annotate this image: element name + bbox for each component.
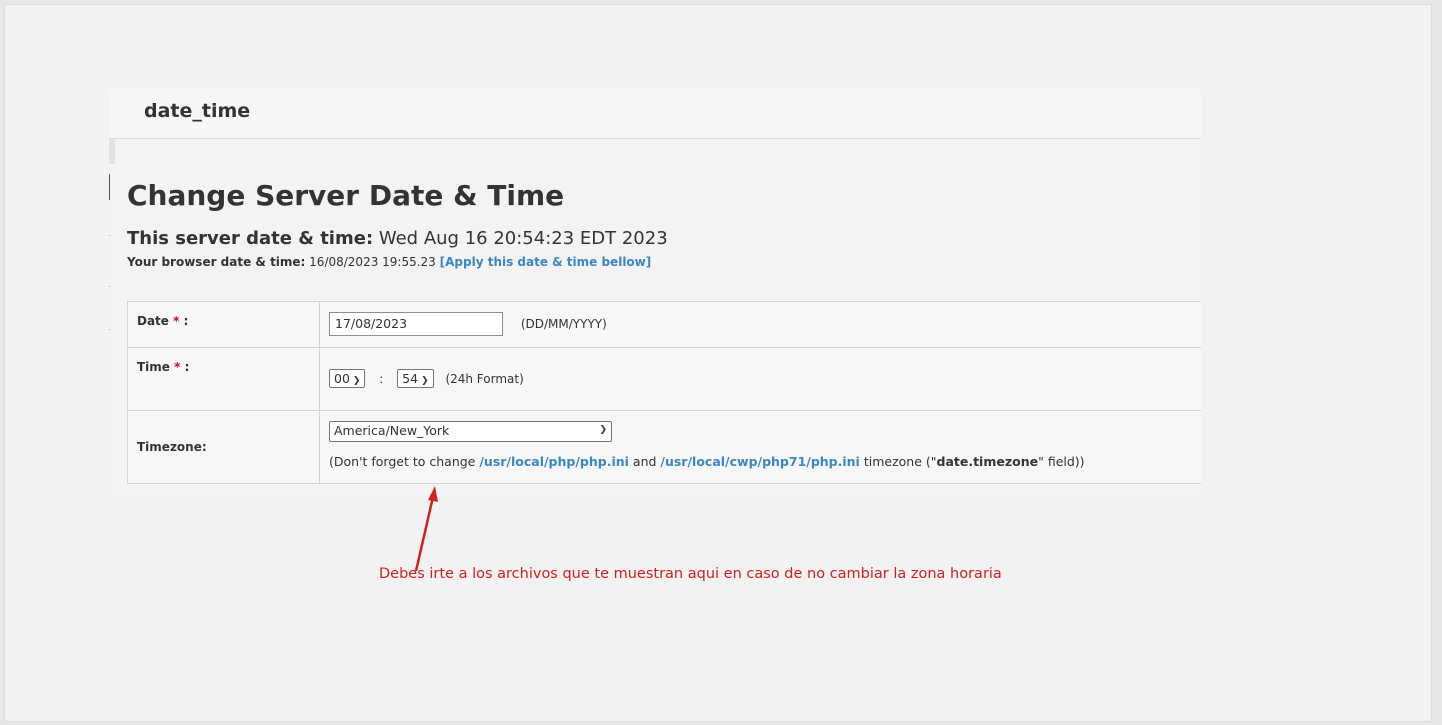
timezone-note-suffix: " field)) [1038, 454, 1085, 469]
timezone-note-mid: timezone (" [859, 454, 937, 469]
left-panel-edge [109, 139, 115, 164]
timezone-select[interactable]: America/New_York ❯ [329, 421, 612, 442]
module-title: date_time [144, 100, 251, 122]
red-arrow-icon [414, 486, 438, 572]
time-label-cell: Time * : [127, 347, 320, 411]
server-date-time-label: This server date & time: [127, 228, 374, 249]
date-value-cell: 17/08/2023 (DD/MM/YYYY) [319, 301, 1201, 348]
time-value-cell: 00 ❯ : 54 ❯ (24h Format) [319, 347, 1201, 411]
label-colon: : [183, 314, 189, 328]
php-ini-path-link[interactable]: /usr/local/php/php.ini [479, 454, 629, 469]
left-panel-edge-mark [109, 174, 110, 200]
minute-select-value: 54 [402, 371, 419, 386]
browser-date-time-label: Your browser date & time: [127, 255, 306, 269]
required-marker: * [174, 360, 181, 374]
required-marker: * [173, 314, 180, 328]
chevron-down-icon: ❯ [599, 425, 607, 435]
server-date-time: This server date & time: Wed Aug 16 20:5… [127, 228, 668, 249]
time-format-hint: (24h Format) [445, 371, 524, 386]
date-format-hint: (DD/MM/YYYY) [520, 317, 607, 331]
timezone-note: (Don't forget to change /usr/local/php/p… [329, 454, 1192, 469]
date-label: Date [137, 314, 169, 328]
date-time-form: Date * : 17/08/2023 (DD/MM/YYYY) Time * … [127, 301, 1201, 484]
left-panel-divider [109, 329, 111, 330]
timezone-value-cell: America/New_York ❯ (Don't forget to chang… [319, 410, 1201, 484]
time-label: Time [137, 360, 170, 374]
annotation-text: Debes irte a los archivos que te muestra… [379, 566, 1002, 582]
time-separator: : [379, 371, 384, 386]
module-header: date_time [109, 89, 1201, 139]
form-row-date: Date * : 17/08/2023 (DD/MM/YYYY) [127, 301, 1201, 348]
label-colon: : [184, 360, 190, 374]
left-panel-divider [109, 235, 111, 236]
page-title: Change Server Date & Time [127, 179, 565, 212]
form-row-time: Time * : 00 ❯ : 54 ❯ (24h Format) [127, 347, 1201, 411]
timezone-note-and: and [628, 454, 661, 469]
chevron-down-icon: ❯ [421, 376, 429, 386]
apply-browser-time-link[interactable]: [Apply this date & time bellow] [440, 255, 652, 269]
form-row-timezone: Timezone: America/New_York ❯ (Don't forge… [127, 410, 1201, 484]
cwp-php-ini-path-link[interactable]: /usr/local/cwp/php71/php.ini [660, 454, 859, 469]
browser-date-time-value: 16/08/2023 19:55.23 [305, 255, 440, 269]
browser-date-time: Your browser date & time: 16/08/2023 19:… [127, 255, 651, 269]
server-date-time-value: Wed Aug 16 20:54:23 EDT 2023 [373, 228, 668, 249]
timezone-note-prefix: (Don't forget to change [329, 454, 480, 469]
chevron-down-icon: ❯ [352, 376, 361, 386]
hour-select[interactable]: 00 ❯ [329, 369, 366, 388]
date-label-cell: Date * : [127, 301, 320, 348]
cwp-date-time-panel: date_time Change Server Date & Time This… [109, 89, 1201, 499]
timezone-select-value: America/New_York [334, 423, 450, 438]
timezone-label: Timezone: [137, 440, 207, 454]
left-panel-divider [109, 286, 111, 287]
timezone-label-cell: Timezone: [127, 410, 320, 484]
date-input[interactable]: 17/08/2023 [329, 312, 503, 336]
timezone-setting-name: date.timezone [936, 454, 1039, 469]
hour-select-value: 00 [334, 371, 350, 386]
minute-select[interactable]: 54 ❯ [397, 369, 434, 388]
